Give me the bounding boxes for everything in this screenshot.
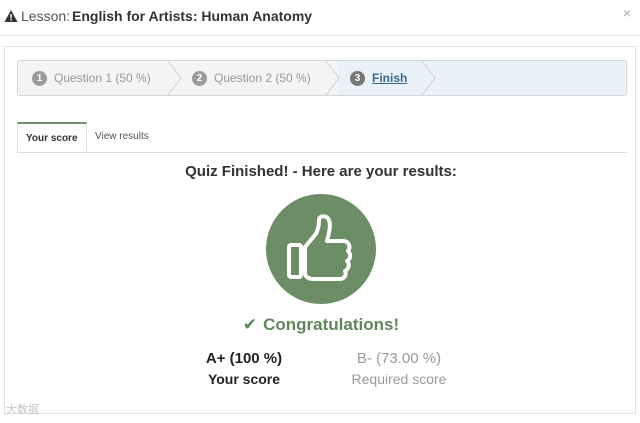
- tab-your-score[interactable]: Your score: [17, 122, 87, 152]
- congratulations-message: ✔ Congratulations!: [5, 315, 637, 335]
- thumbs-up-icon: [287, 214, 353, 281]
- wizard-step-1[interactable]: 1 Question 1 (50 %): [32, 61, 151, 95]
- step-label: Question 2 (50 %): [214, 71, 311, 85]
- required-score-value: B- (73.00 %): [356, 350, 442, 367]
- dialog-title: English for Artists: Human Anatomy: [72, 8, 313, 24]
- tab-view-results[interactable]: View results: [87, 122, 157, 152]
- warning-icon: [4, 10, 18, 22]
- your-score: A+ (100 %) Your score: [164, 350, 324, 387]
- chevron-separator-icon: [422, 61, 436, 95]
- required-score: B- (73.00 %) Required score: [319, 350, 479, 387]
- quiz-panel: 1 Question 1 (50 %) 2 Question 2 (50 %) …: [4, 46, 636, 414]
- congratulations-text: Congratulations!: [263, 315, 400, 334]
- dialog-header: Lesson: English for Artists: Human Anato…: [0, 0, 640, 36]
- dialog-title-prefix: Lesson:: [21, 8, 71, 24]
- quiz-wizard: 1 Question 1 (50 %) 2 Question 2 (50 %) …: [17, 60, 627, 96]
- wizard-step-2[interactable]: 2 Question 2 (50 %): [192, 61, 311, 95]
- chevron-separator-icon: [168, 61, 182, 95]
- step-number: 2: [192, 70, 207, 86]
- result-heading: Quiz Finished! - Here are your results:: [185, 163, 457, 180]
- required-score-label: Required score: [351, 371, 447, 387]
- step-label: Question 1 (50 %): [54, 71, 151, 85]
- chevron-separator-icon: [326, 61, 340, 95]
- step-number: 3: [350, 70, 365, 86]
- result-tabs: Your score View results: [17, 122, 627, 153]
- close-button[interactable]: ×: [623, 5, 631, 21]
- checkmark-icon: ✔: [242, 315, 258, 334]
- step-label: Finish: [372, 71, 408, 85]
- your-score-value: A+ (100 %): [205, 350, 283, 367]
- thumbs-up-badge: [266, 194, 376, 304]
- wizard-step-finish[interactable]: 3 Finish: [350, 61, 407, 95]
- watermark: 大数据: [6, 404, 39, 416]
- your-score-label: Your score: [207, 371, 281, 387]
- step-number: 1: [32, 70, 47, 86]
